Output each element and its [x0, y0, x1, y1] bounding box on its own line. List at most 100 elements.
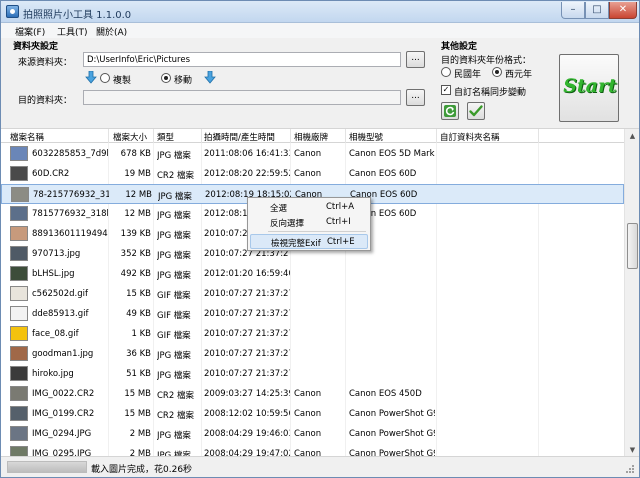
target-folder-input[interactable] — [83, 90, 401, 105]
cell-file-type: JPG 檔案 — [157, 251, 191, 261]
context-menu-view-exif[interactable]: 檢視完整Exif Ctrl+E — [250, 234, 368, 249]
column-header-model[interactable]: 相機型號 — [349, 131, 383, 143]
context-menu-invert-selection[interactable]: 反向選擇 Ctrl+I — [250, 215, 368, 230]
cell-shot-time: 2010:07:27 21:37:27 — [204, 309, 290, 319]
thumbnail-image — [10, 266, 28, 281]
cell-file-size: 15 MB — [124, 409, 151, 419]
file-list[interactable]: 檔案名稱 檔案大小 類型 拍攝時間/產生時間 相機廠牌 相機型號 自訂資料夾名稱… — [1, 128, 639, 456]
thumbnail-image — [10, 366, 28, 381]
sync-name-checkbox[interactable]: ✓ — [441, 85, 451, 95]
table-row[interactable]: goodman1.jpg 36 KB JPG 檔案 2010:07:27 21:37:… — [1, 344, 624, 364]
maximize-button[interactable]: □ — [585, 2, 609, 19]
table-row[interactable]: IMG_0294.JPG 2 MB JPG 檔案 2008:04:29 19:46:0… — [1, 424, 624, 444]
thumbnail-image — [10, 306, 28, 321]
menu-tools[interactable]: 工具(T) — [57, 25, 88, 38]
cell-shot-time: 2008:12:02 10:59:56 — [204, 409, 290, 419]
vertical-scrollbar[interactable]: ▲ ▼ — [624, 129, 639, 456]
column-header-type[interactable]: 類型 — [157, 131, 174, 143]
cell-file-type: CR2 檔案 — [157, 171, 194, 181]
cell-file-name: bLHSL.jpg — [32, 269, 75, 279]
thumbnail-image — [10, 446, 28, 456]
thumbnail-image — [10, 326, 28, 341]
cell-file-size: 1 KB — [131, 329, 151, 339]
start-button-label: Start — [563, 75, 617, 97]
table-row[interactable]: 6032285853_7d9bb... 678 KB JPG 檔案 2011:08:0… — [1, 144, 624, 164]
scroll-down-arrow-icon[interactable]: ▼ — [626, 443, 639, 456]
table-row[interactable]: IMG_0022.CR2 15 MB CR2 檔案 2009:03:27 14:25:… — [1, 384, 624, 404]
cell-file-type: JPG 檔案 — [157, 371, 191, 381]
app-icon — [6, 5, 19, 18]
start-button[interactable]: Start — [559, 54, 619, 122]
thumbnail-image — [10, 226, 28, 241]
source-browse-button[interactable]: ... — [406, 51, 425, 68]
table-row[interactable]: IMG_0295.JPG 2 MB JPG 檔案 2008:04:29 19:47:0… — [1, 444, 624, 456]
cell-camera-model: Canon PowerShot G9 — [349, 429, 435, 439]
cell-camera-model: Canon EOS 60D — [349, 169, 417, 179]
context-menu: 全選 Ctrl+A 反向選擇 Ctrl+I 檢視完整Exif Ctrl+E — [247, 197, 371, 251]
scrollbar-thumb[interactable] — [627, 223, 638, 269]
cell-file-size: 36 KB — [126, 349, 151, 359]
cell-file-size: 352 KB — [120, 249, 151, 259]
cell-camera-brand: Canon — [294, 429, 322, 439]
table-row[interactable]: hiroko.jpg 51 KB JPG 檔案 2010:07:27 21:37:27 — [1, 364, 624, 384]
sync-name-label: 自訂名稱同步變動 — [454, 88, 527, 98]
cell-file-type: JPG 檔案 — [157, 211, 191, 221]
table-row[interactable]: bLHSL.jpg 492 KB JPG 檔案 2012:01:20 16:59:40 — [1, 264, 624, 284]
move-radio[interactable] — [161, 73, 171, 83]
scroll-up-arrow-icon[interactable]: ▲ — [626, 129, 639, 143]
thumbnail-image — [10, 146, 28, 161]
cell-file-name: IMG_0295.JPG — [32, 449, 92, 456]
cell-file-size: 2 MB — [129, 429, 151, 439]
table-row[interactable]: face_08.gif 1 KB GIF 檔案 2010:07:27 21:37:27 — [1, 324, 624, 344]
cell-file-type: JPG 檔案 — [157, 151, 191, 161]
cell-file-name: face_08.gif — [32, 329, 79, 339]
other-settings-label: 其他設定 — [441, 42, 478, 52]
move-label: 移動 — [174, 76, 193, 86]
column-header-brand[interactable]: 相機廠牌 — [294, 131, 328, 143]
roc-year-label: 民國年 — [454, 70, 482, 80]
source-folder-label: 來源資料夾： — [18, 58, 73, 68]
resize-grip-icon[interactable] — [625, 464, 635, 474]
cell-shot-time: 2009:03:27 14:25:39 — [204, 389, 290, 399]
thumbnail-image — [10, 406, 28, 421]
cell-file-name: IMG_0294.JPG — [32, 429, 92, 439]
column-header-size[interactable]: 檔案大小 — [113, 131, 147, 143]
copy-radio[interactable] — [100, 73, 110, 83]
title-bar[interactable]: 拍照照片小工具 1.1.0.0 – □ ✕ — [1, 1, 639, 23]
cell-file-type: JPG 檔案 — [157, 351, 191, 361]
cell-file-type: CR2 檔案 — [157, 391, 194, 401]
thumbnail-image — [10, 426, 28, 441]
arrow-down-icon — [204, 71, 216, 84]
table-row[interactable]: IMG_0199.CR2 15 MB CR2 檔案 2008:12:02 10:59:… — [1, 404, 624, 424]
window-title: 拍照照片小工具 1.1.0.0 — [23, 10, 132, 21]
source-folder-input[interactable]: D:\UserInfo\Eric\Pictures — [83, 52, 401, 67]
table-row[interactable]: c562502d.gif 15 KB GIF 檔案 2010:07:27 21:37:… — [1, 284, 624, 304]
column-header-name[interactable]: 檔案名稱 — [10, 131, 44, 143]
cell-file-name: 8891360111949445y... — [32, 229, 108, 239]
menu-bar: 檔案(F) 工具(T) 關於(A) — [1, 23, 639, 38]
checkmark-icon — [469, 105, 483, 117]
column-header-time[interactable]: 拍攝時間/產生時間 — [204, 131, 275, 143]
cell-file-type: JPG 檔案 — [158, 192, 192, 202]
thumbnail-image — [10, 386, 28, 401]
menu-file[interactable]: 檔案(F) — [15, 25, 45, 38]
context-menu-select-all[interactable]: 全選 Ctrl+A — [250, 200, 368, 215]
cell-file-name: IMG_0199.CR2 — [32, 409, 95, 419]
cell-file-type: JPG 檔案 — [157, 271, 191, 281]
confirm-button[interactable] — [467, 102, 485, 120]
close-button[interactable]: ✕ — [609, 2, 637, 19]
cell-file-name: IMG_0022.CR2 — [32, 389, 95, 399]
table-row[interactable]: 60D.CR2 19 MB CR2 檔案 2012:08:20 22:59:52 Can… — [1, 164, 624, 184]
table-row[interactable]: dde85913.gif 49 KB GIF 檔案 2010:07:27 21:37:… — [1, 304, 624, 324]
target-browse-button[interactable]: ... — [406, 89, 425, 106]
column-header-custom-folder[interactable]: 自訂資料夾名稱 — [440, 131, 500, 143]
arrow-down-icon — [85, 71, 97, 84]
cell-file-type: CR2 檔案 — [157, 411, 194, 421]
minimize-button[interactable]: – — [561, 2, 585, 19]
cell-shot-time: 2008:04:29 19:47:02 — [204, 449, 290, 456]
cell-shot-time: 2012:01:20 16:59:40 — [204, 269, 290, 279]
menu-about[interactable]: 關於(A) — [96, 25, 127, 38]
refresh-button[interactable] — [441, 102, 459, 120]
roc-year-radio[interactable] — [441, 67, 451, 77]
ad-year-radio[interactable] — [492, 67, 502, 77]
